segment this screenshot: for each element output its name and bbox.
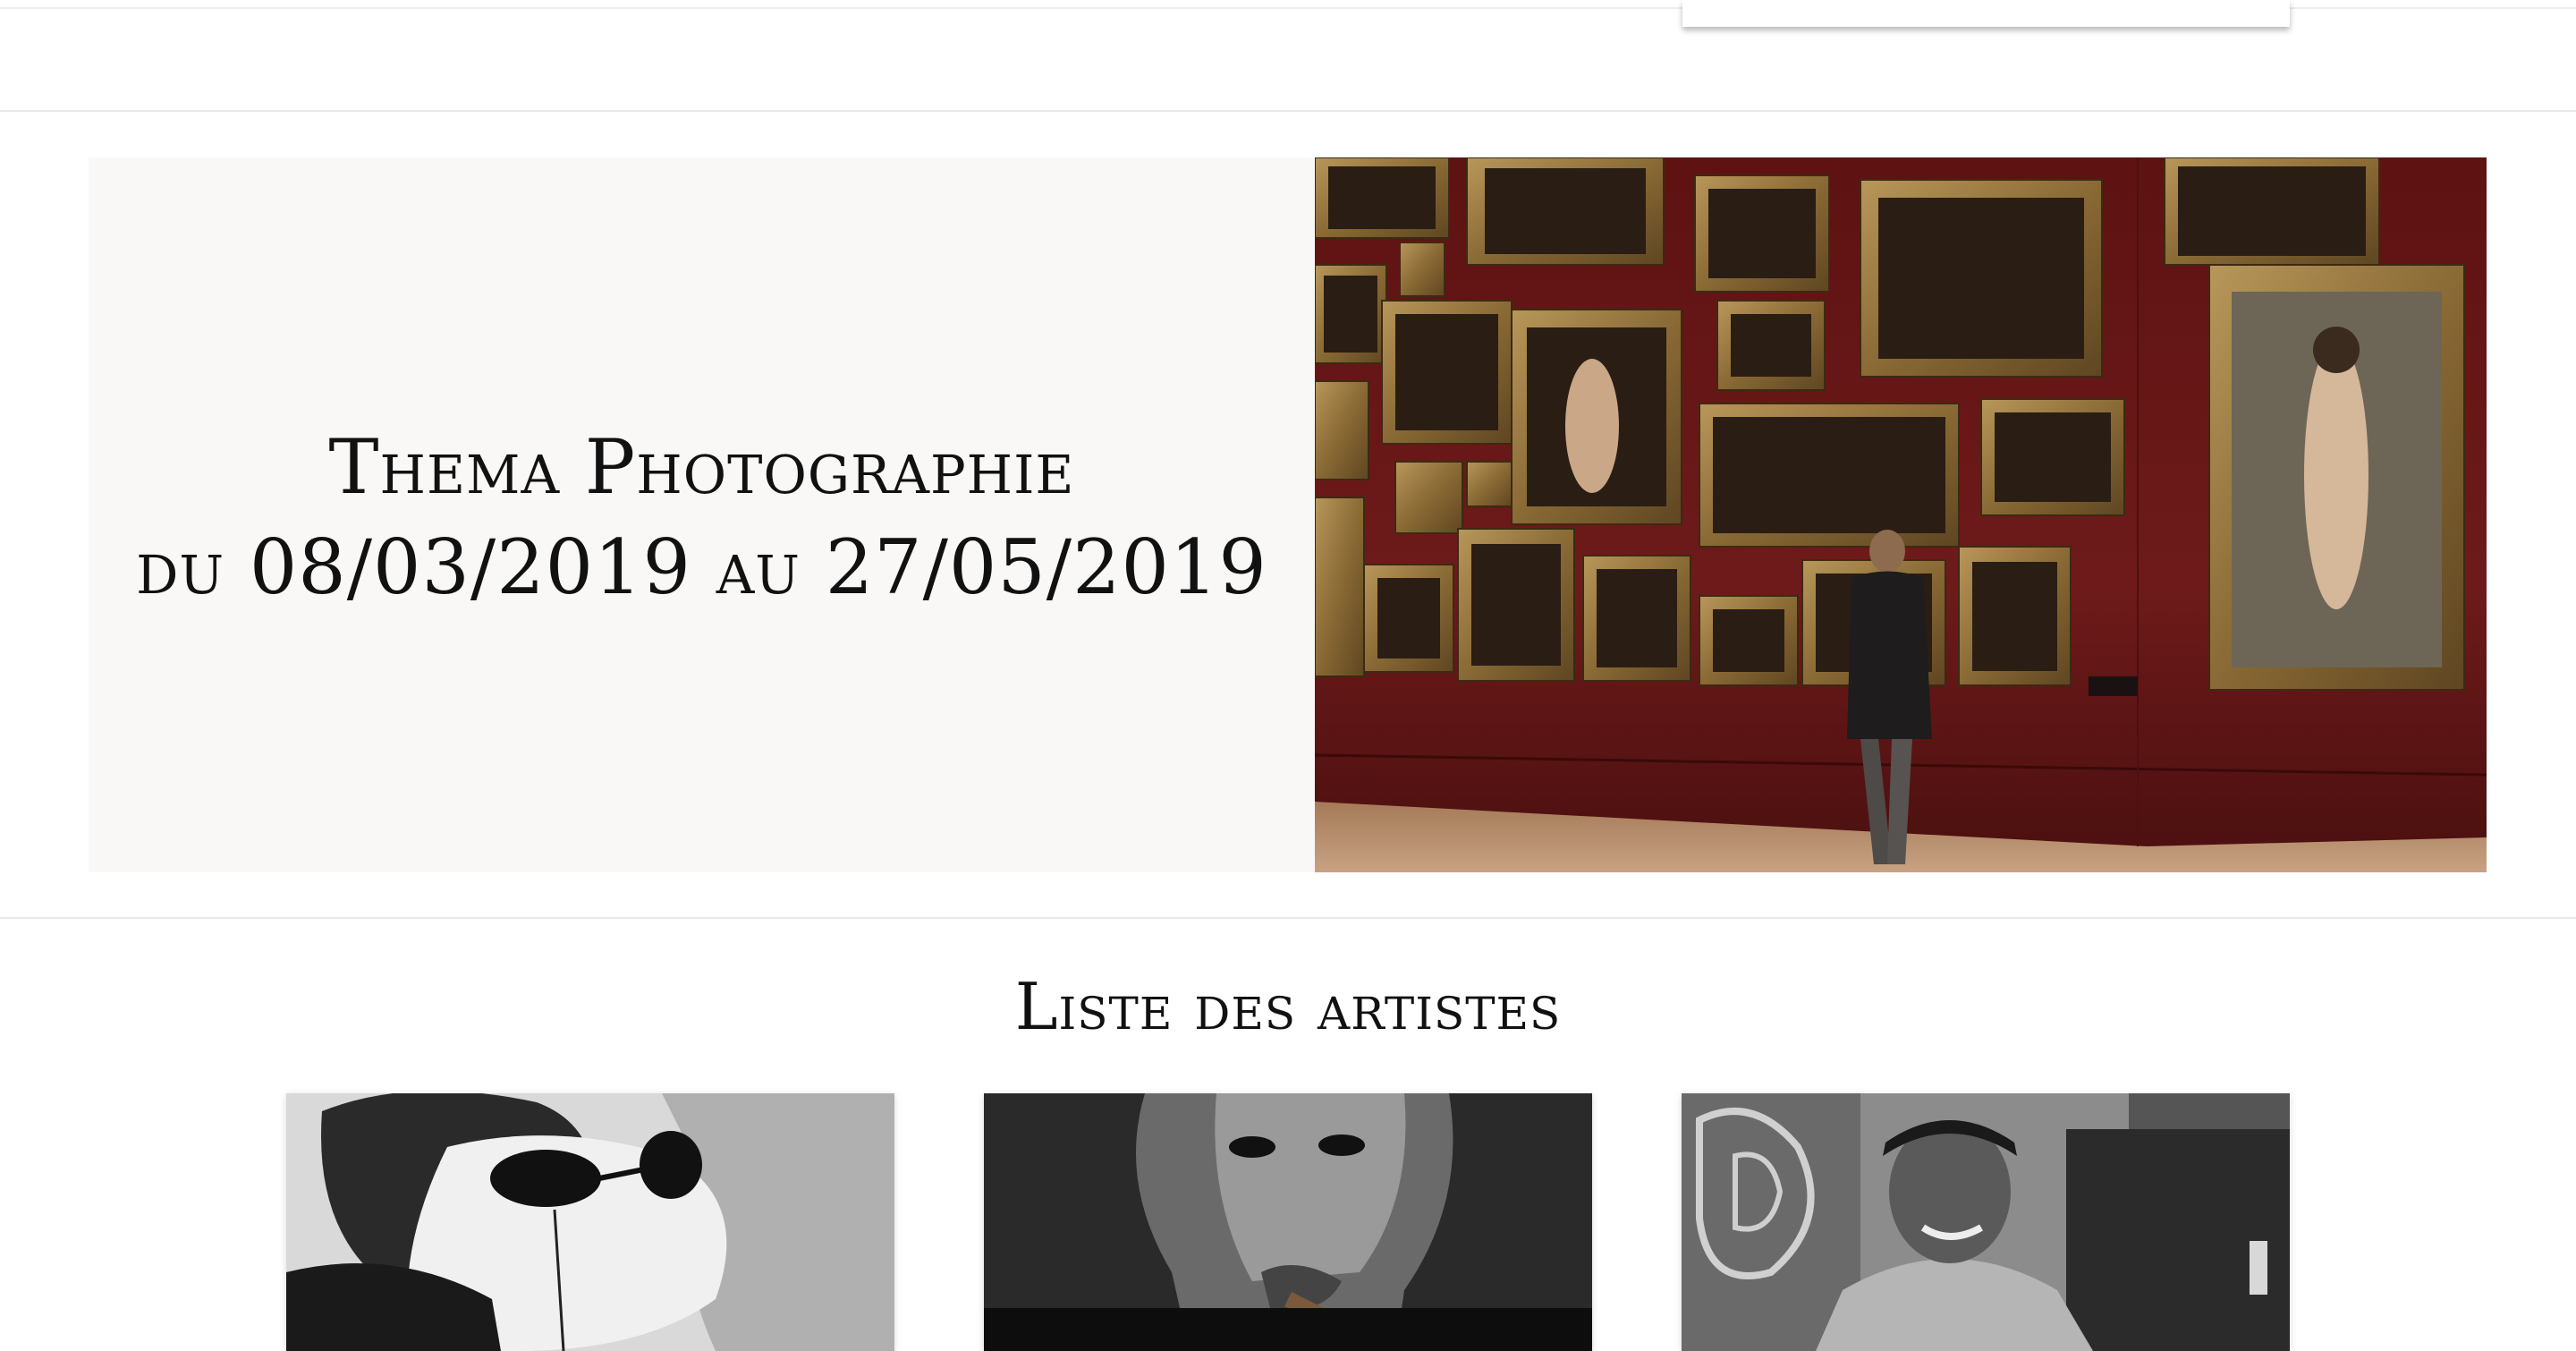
- section-divider: [0, 917, 2576, 919]
- hero-text-panel: Thema Photographie du 08/03/2019 au 27/0…: [89, 157, 1315, 872]
- exhibition-title: Thema Photographie du 08/03/2019 au 27/0…: [89, 417, 1315, 617]
- header-divider: [0, 110, 2576, 112]
- artists-section-title: Liste des artistes: [1014, 969, 1562, 1044]
- exhibition-dates: du 08/03/2019 au 27/05/2019: [136, 523, 1267, 611]
- page: Thema Photographie du 08/03/2019 au 27/0…: [0, 0, 2576, 1351]
- dropdown-menu-fragment[interactable]: [1682, 0, 2290, 27]
- artist-card[interactable]: [984, 1093, 1592, 1351]
- artist-card[interactable]: [1682, 1093, 2290, 1351]
- hero-gallery-image: [1315, 157, 2487, 872]
- exhibition-title-line1: Thema Photographie: [328, 423, 1075, 511]
- artist-card[interactable]: [286, 1093, 894, 1351]
